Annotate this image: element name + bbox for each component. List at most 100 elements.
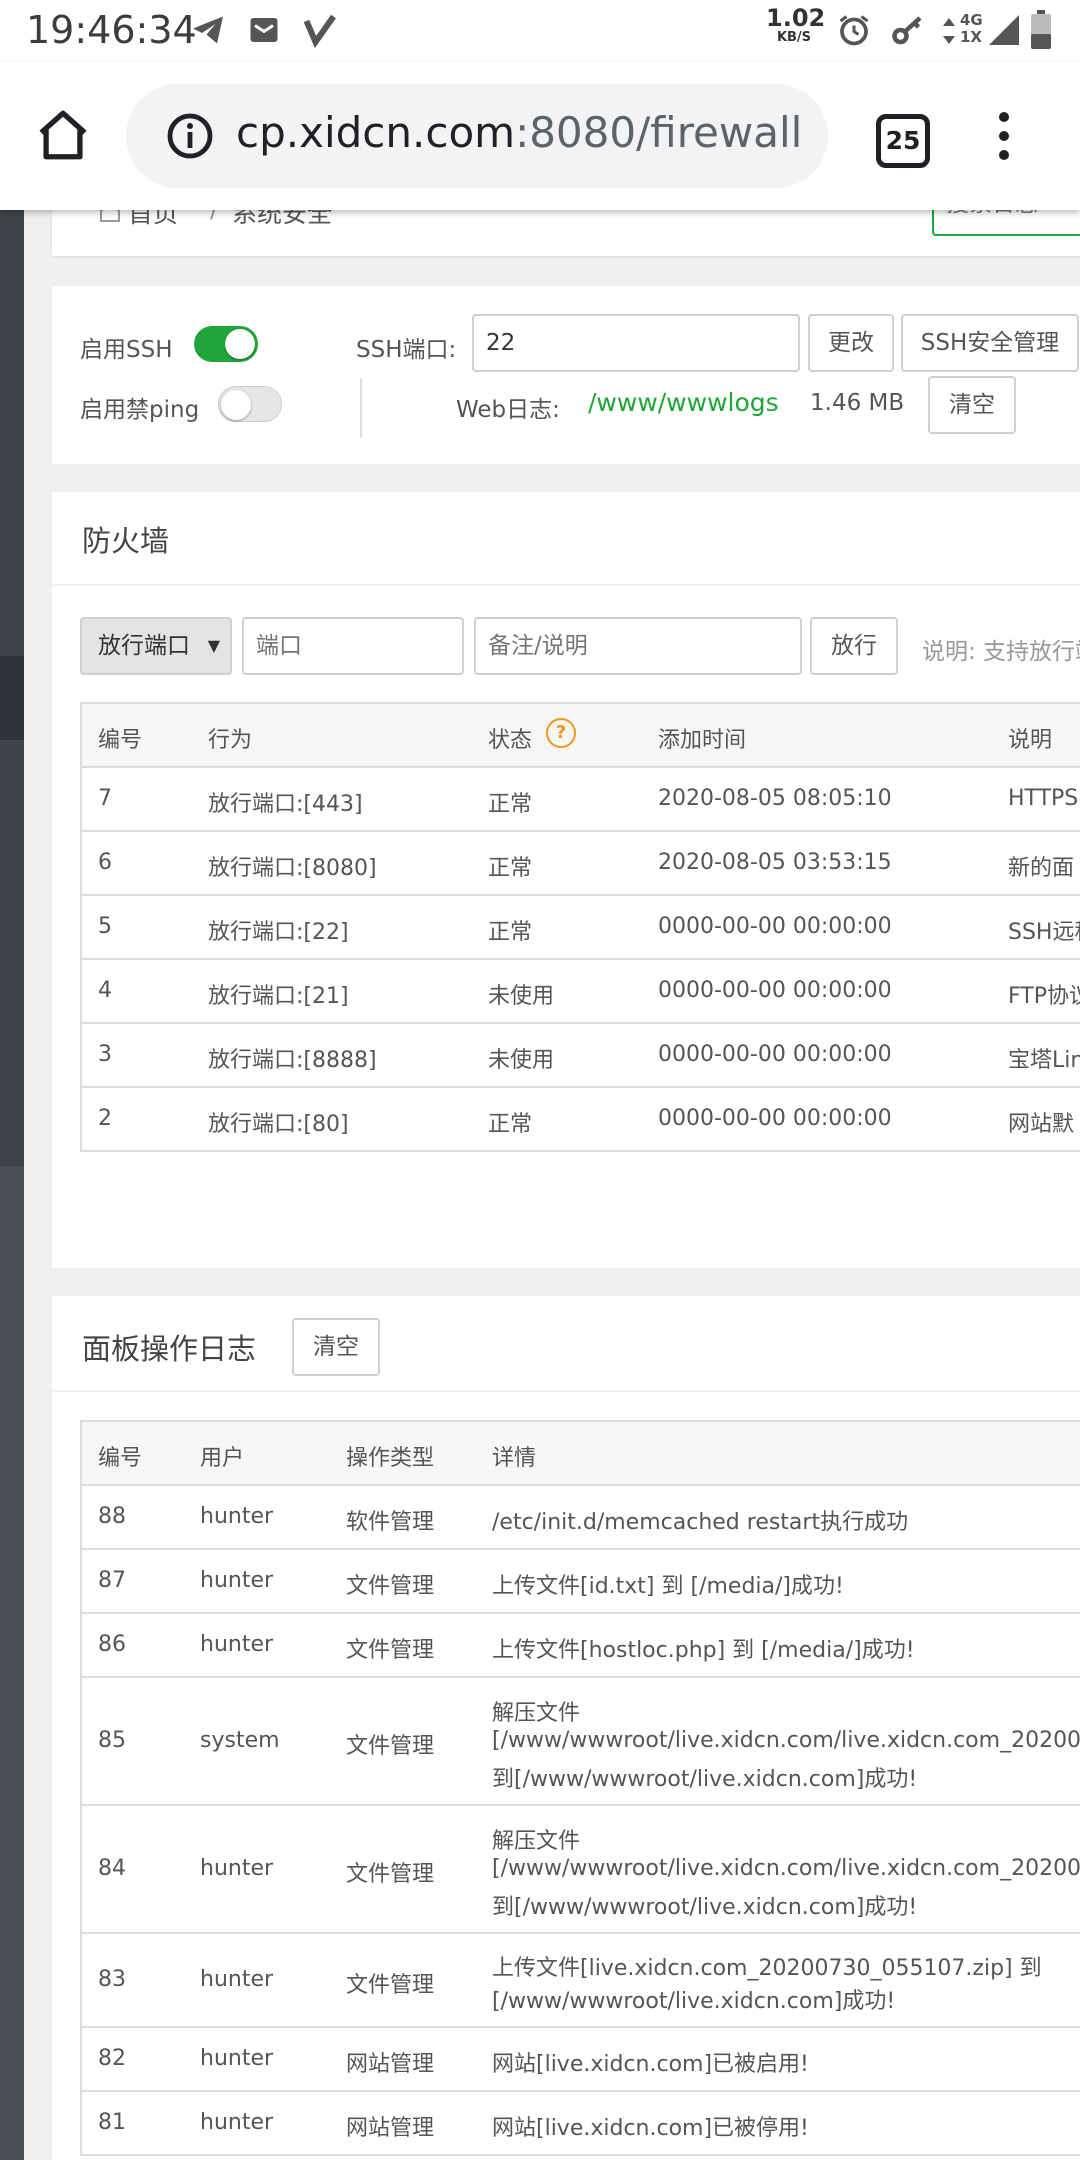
rule-note: 网站默 bbox=[1008, 1112, 1075, 1137]
log-user: hunter bbox=[200, 1967, 274, 1992]
log-row: 87 hunter 文件管理 上传文件[id.txt] 到 [/media/]成功! bbox=[82, 1550, 1080, 1614]
rule-action: 放行端口:[8080] bbox=[208, 856, 377, 881]
column-header: 添加时间 bbox=[658, 728, 747, 753]
log-detail-line: 网站[live.xidcn.com]已被启用! bbox=[492, 2052, 809, 2077]
sidebar-active-item[interactable] bbox=[0, 656, 24, 740]
rule-action: 放行端口:[80] bbox=[208, 1112, 349, 1137]
rule-note: HTTPS bbox=[1008, 786, 1079, 811]
log-row: 88 hunter 软件管理/etc/init.d/memcached restar… bbox=[82, 1486, 1080, 1550]
rule-id: 5 bbox=[98, 914, 112, 939]
log-detail-line: 上传文件[live.xidcn.com_20200730_055107.zip]… bbox=[492, 1956, 1042, 1981]
ssh-port-input[interactable] bbox=[472, 314, 800, 372]
rule-note: 宝塔Lin bbox=[1008, 1048, 1080, 1073]
site-info-icon[interactable] bbox=[166, 112, 214, 160]
rule-time: 0000-00-00 00:00:00 bbox=[658, 1106, 892, 1131]
firewall-rule-row: 7 放行端口:[443] 正常 2020-08-05 08:05:10 HTTPS bbox=[82, 768, 1080, 832]
allow-port-button[interactable]: 放行 bbox=[810, 617, 898, 675]
rule-note: FTP协议 bbox=[1008, 984, 1080, 1009]
log-id: 81 bbox=[98, 2110, 126, 2135]
log-detail-line: [/www/wwwroot/live.xidcn.com]成功! bbox=[492, 1989, 896, 2014]
log-id: 83 bbox=[98, 1967, 126, 1992]
ping-toggle[interactable] bbox=[218, 386, 282, 422]
status-time: 19:46:34 bbox=[26, 8, 197, 52]
log-row: 85 system 文件管理 解压文件 [/www/wwwroot/live.xidcn… bbox=[82, 1678, 1080, 1806]
log-type: 文件管理 bbox=[346, 1973, 435, 1998]
column-header: 行为 bbox=[208, 728, 253, 753]
log-detail-line: 到[/www/wwwroot/live.xidcn.com]成功! bbox=[492, 1895, 918, 1920]
url-text[interactable]: cp.xidcn.com:8080/firewall bbox=[236, 108, 802, 157]
column-header: 用户 bbox=[200, 1446, 245, 1471]
rule-time: 2020-08-05 03:53:15 bbox=[658, 850, 892, 875]
sidebar-lower-section bbox=[0, 1166, 24, 2160]
firewall-title: 防火墙 bbox=[82, 524, 170, 558]
log-type: 文件管理 bbox=[346, 1574, 435, 1599]
log-detail-line: 网站[live.xidcn.com]已被停用! bbox=[492, 2116, 809, 2141]
column-header: 状态 bbox=[488, 728, 533, 753]
browser-menu-icon[interactable] bbox=[992, 112, 1016, 164]
rule-id: 6 bbox=[98, 850, 112, 875]
data-arrows-icon bbox=[943, 18, 955, 44]
firewall-rule-row: 3 放行端口:[8888] 未使用 0000-00-00 00:00:00 宝塔Lin bbox=[82, 1024, 1080, 1088]
ssh-port-change-button[interactable]: 更改 bbox=[808, 314, 894, 372]
log-id: 88 bbox=[98, 1504, 126, 1529]
log-user: system bbox=[200, 1728, 280, 1753]
status-help-icon[interactable]: ? bbox=[546, 718, 576, 748]
network-type-sub: 1X bbox=[960, 28, 983, 46]
oplog-title-divider bbox=[52, 1390, 1080, 1392]
rule-time: 2020-08-05 08:05:10 bbox=[658, 786, 892, 811]
web-log-path[interactable]: /www/wwwlogs bbox=[588, 388, 779, 417]
rule-note: SSH远程 bbox=[1008, 920, 1080, 945]
ssh-toggle-label: 启用SSH bbox=[80, 337, 173, 363]
network-type: 4G 1X bbox=[960, 12, 983, 46]
log-detail-line: [/www/wwwroot/live.xidcn.com/live.xidcn.… bbox=[492, 1856, 1080, 1881]
oplog-table: 编号 用户 操作类型 详情 88 hunter 软件管理/etc/init.d/me… bbox=[80, 1420, 1080, 2156]
rule-id: 4 bbox=[98, 978, 112, 1003]
log-detail-line: 到[/www/wwwroot/live.xidcn.com]成功! bbox=[492, 1767, 918, 1792]
firewall-rule-row: 5 放行端口:[22] 正常 0000-00-00 00:00:00 SSH远程 bbox=[82, 896, 1080, 960]
log-type: 文件管理 bbox=[346, 1734, 435, 1759]
network-speed: 1.02 KB/S bbox=[766, 6, 825, 46]
log-id: 87 bbox=[98, 1568, 126, 1593]
oplog-clear-button[interactable]: 清空 bbox=[292, 1318, 380, 1376]
ssh-manage-button[interactable]: SSH安全管理 bbox=[901, 314, 1079, 372]
log-row: 84 hunter 文件管理 解压文件 [/www/wwwroot/live.xidcn… bbox=[82, 1806, 1080, 1934]
firewall-table-header: 编号 行为 状态 ? 添加时间 说明 bbox=[82, 704, 1080, 768]
log-row: 83 hunter 文件管理 上传文件[live.xidcn.com_20200730… bbox=[82, 1934, 1080, 2028]
ssh-toggle[interactable] bbox=[194, 326, 258, 362]
tab-switcher-button[interactable]: 25 bbox=[876, 114, 930, 168]
battery-icon bbox=[1031, 10, 1051, 49]
address-bar[interactable]: cp.xidcn.com:8080/firewall bbox=[126, 84, 828, 188]
rule-id: 2 bbox=[98, 1106, 112, 1131]
log-user: hunter bbox=[200, 1632, 274, 1657]
log-detail-line: 上传文件[hostloc.php] 到 [/media/]成功! bbox=[492, 1638, 915, 1663]
rule-action: 放行端口:[443] bbox=[208, 792, 363, 817]
rule-status: 正常 bbox=[488, 920, 533, 945]
alarm-icon bbox=[839, 15, 869, 46]
panel-page: 首页 / 系统安全 启用SSH 启用禁ping SSH端口: 更改 SSH安全管… bbox=[0, 0, 1080, 2160]
log-type: 网站管理 bbox=[346, 2116, 435, 2141]
firewall-title-divider bbox=[52, 584, 1080, 586]
rule-id: 3 bbox=[98, 1042, 112, 1067]
log-row: 82 hunter 网站管理 网站[live.xidcn.com]已被启用! bbox=[82, 2028, 1080, 2092]
log-row: 81 hunter 网站管理 网站[live.xidcn.com]已被停用! bbox=[82, 2092, 1080, 2156]
log-user: hunter bbox=[200, 2046, 274, 2071]
firewall-hint: 说明: 支持放行端 bbox=[922, 639, 1080, 665]
rule-type-select[interactable]: 放行端口 ▼ bbox=[80, 617, 232, 675]
port-input[interactable] bbox=[242, 617, 464, 675]
rule-note: 新的面 bbox=[1008, 856, 1075, 881]
web-log-clear-button[interactable]: 清空 bbox=[928, 376, 1016, 434]
column-header: 详情 bbox=[492, 1446, 537, 1471]
home-icon[interactable] bbox=[34, 106, 92, 164]
log-id: 84 bbox=[98, 1856, 126, 1881]
oplog-title: 面板操作日志 bbox=[82, 1332, 257, 1366]
column-header: 编号 bbox=[98, 728, 143, 753]
chevron-down-icon: ▼ bbox=[207, 636, 220, 655]
column-header: 操作类型 bbox=[346, 1446, 435, 1471]
left-sidebar bbox=[0, 0, 24, 2160]
web-log-size: 1.46 MB bbox=[810, 390, 905, 416]
log-detail-line: 解压文件 bbox=[492, 1701, 581, 1726]
note-input[interactable] bbox=[474, 617, 802, 675]
url-path: :8080/firewall bbox=[515, 108, 803, 157]
log-type: 网站管理 bbox=[346, 2052, 435, 2077]
rule-status: 正常 bbox=[488, 856, 533, 881]
